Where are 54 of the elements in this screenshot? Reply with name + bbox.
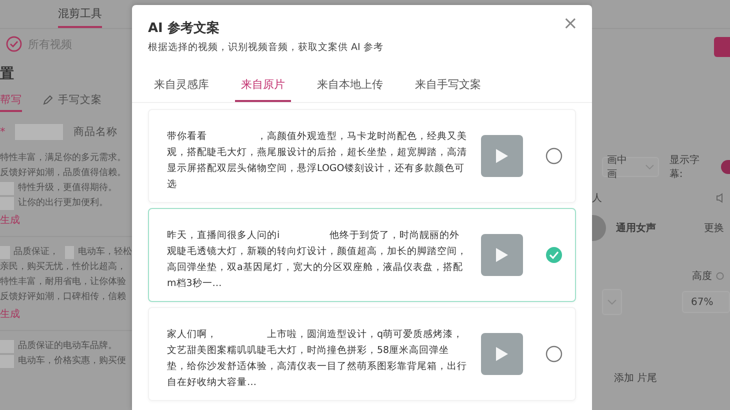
dialog-title: AI 参考文案 — [148, 20, 220, 37]
avatar — [592, 215, 606, 241]
chevron-down-icon — [607, 299, 617, 305]
radio-button[interactable] — [545, 345, 563, 363]
check-circle-icon[interactable] — [545, 246, 563, 264]
write-tab[interactable]: 手写文案 — [42, 92, 102, 112]
tool-tab[interactable]: 混剪工具 — [58, 6, 102, 28]
script-text: 家人们啊， 上市啦，圆润造型设计，q萌可爱质感烤漆，文艺甜美图案糯叽叽睫毛大灯，时尚撞色拼彩，58厘米高回弹坐垫，给你沙发舒适体验，高清仪表一目了然萌系图彩靠背尾箱，出行自在好收纳大容量… — [167, 328, 468, 390]
draft-text: 品质保证， — [14, 246, 58, 259]
script-card[interactable]: 带你看看 ，高颜值外观造型，马卡龙时尚配色，经典又美观，搭配睫毛大灯，燕尾服设计的后拾，超长坐垫，超宽脚踏，高清显示屏搭配双层头储物空间，悬浮LOGO镂刻设计，还有多款颜色可选 — [148, 109, 576, 203]
speaker-icon — [716, 193, 724, 203]
change-voice-link[interactable]: 更换 — [704, 221, 724, 235]
section-title: 置 — [0, 65, 15, 84]
voice-name: 通用女声 — [616, 222, 657, 235]
layout-dropdown[interactable]: 画中画 — [602, 157, 660, 177]
draft-text: 特性丰富，耐用省电，让你体验 — [0, 276, 126, 289]
height-field[interactable]: 67% — [682, 291, 730, 313]
section-label: 人 — [592, 192, 602, 205]
subtitle-toggle[interactable] — [720, 160, 730, 174]
draft-text: 亲民，购买无忧，性价比超高， — [0, 260, 126, 274]
subtitle-label: 显示字幕: — [669, 154, 700, 181]
play-icon — [495, 346, 509, 362]
add-ending-button[interactable]: 添加 片尾 — [592, 371, 658, 385]
source-tab[interactable]: 来自灵感库 — [148, 76, 215, 102]
generate-link[interactable]: 生成 — [0, 307, 132, 323]
play-icon — [495, 247, 509, 263]
dialog-subtitle: 根据选择的视频，识别视频音频，获取文案供 AI 参考 — [148, 41, 384, 54]
radio-button[interactable] — [545, 147, 563, 165]
chevron-down-icon — [645, 164, 654, 170]
height-label: 高度 — [692, 270, 712, 283]
field-label: 商品名称 — [73, 125, 118, 139]
source-tab[interactable]: 来自原片 — [235, 76, 291, 102]
play-icon — [495, 148, 509, 164]
draft-text: 反馈好评如潮，品质值得信赖。 — [0, 166, 126, 180]
required-mark: * — [0, 126, 6, 138]
script-card[interactable]: 家人们啊， 上市啦，圆润造型设计，q萌可爱质感烤漆，文艺甜美图案糯叽叽睫毛大灯，时尚撞色拼彩，58厘米高回弹坐垫，给你沙发舒适体验，高清仪表一目了然萌系图彩靠背尾箱，出行自在好收纳大容量… — [148, 307, 576, 401]
write-tab[interactable]: 帮写 — [0, 92, 22, 112]
script-text: 昨天，直播间很多人问的i 他终于到货了，时尚靓丽的外观睫毛透镜大灯，新颖的转向灯设计，颜值超高，加长的脚踏空间，高回弹坐垫，双a基因尾灯，宽大的分区双座舱，液晶仪表盘，搭配m档3秒一… — [167, 229, 468, 291]
generate-link[interactable]: 生成 — [0, 213, 132, 229]
draft-text: 特性升级，更值得期待。 — [18, 182, 117, 195]
draft-text: 电动车，价格实惠，购买便 — [18, 354, 126, 368]
script-card[interactable]: 昨天，直播间很多人问的i 他终于到货了，时尚靓丽的外观睫毛透镜大灯，新颖的转向灯设计，颜值超高，加长的脚踏空间，高回弹坐垫，双a基因尾灯，宽大的分区双座舱，液晶仪表盘，搭配m档3秒一… — [148, 208, 576, 302]
draft-text: 品质保证的电动车品牌。 — [18, 340, 117, 353]
draft-text: 特性丰富，满足你的多元需求。 — [0, 152, 126, 165]
draft-text: 反馈好评如潮，口碑相传，信赖 — [0, 290, 126, 304]
dropdown[interactable] — [602, 289, 622, 315]
script-text: 带你看看 ，高颜值外观造型，马卡龙时尚配色，经典又美观，搭配睫毛大灯，燕尾服设计的后拾，超长坐垫，超宽脚踏，高清显示屏搭配双层头储物空间，悬浮LOGO镂刻设计，还有多款颜色可选 — [167, 130, 468, 192]
source-tab[interactable]: 来自本地上传 — [311, 76, 389, 102]
source-tab[interactable]: 来自手写文案 — [409, 76, 487, 102]
info-icon — [716, 272, 724, 280]
draft-text: 电动车，轻松 — [78, 246, 132, 259]
pencil-icon — [42, 94, 54, 106]
draft-text: 让你的出行更加便利。 — [18, 196, 108, 210]
close-button[interactable]: × — [562, 15, 578, 33]
